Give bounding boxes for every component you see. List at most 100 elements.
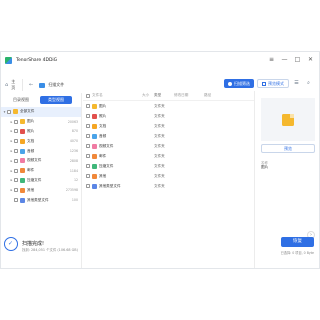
file-name: 邮件 xyxy=(99,153,107,158)
nav-tools: 扫描筛选 预览模式 ☰ ⌕ xyxy=(224,79,313,88)
item-checkbox[interactable] xyxy=(14,168,18,173)
search-icon[interactable]: ⌕ xyxy=(304,79,313,88)
tab-type-view[interactable]: 类型视图 xyxy=(40,96,72,104)
preview-mode-label: 预览模式 xyxy=(268,81,284,86)
list-view-icon[interactable]: ☰ xyxy=(292,79,301,88)
file-name-cell: 压缩文件 xyxy=(92,163,142,169)
row-checkbox[interactable] xyxy=(86,124,90,128)
item-checkbox[interactable] xyxy=(14,139,18,144)
category-icon xyxy=(20,158,25,164)
sidebar-item[interactable]: ▸ 视频文件 2808 xyxy=(1,156,81,166)
folder-icon xyxy=(92,143,97,149)
sidebar-item[interactable]: 其他类型文件 100 xyxy=(1,195,81,205)
category-icon xyxy=(20,138,25,144)
sidebar-item[interactable]: ▸ 邮件 1184 xyxy=(1,166,81,176)
scan-filter-label: 扫描筛选 xyxy=(234,81,250,86)
window-controls: ≡ — □ ✕ xyxy=(267,55,315,64)
file-type: 文件夹 xyxy=(154,143,165,148)
sidebar-item[interactable]: ▸ 压缩文件 12 xyxy=(1,176,81,186)
app-title: TenorShare 4DDiG xyxy=(16,58,58,63)
current-tab-label: 扫描文件 xyxy=(48,82,65,87)
menu-icon[interactable]: ≡ xyxy=(267,55,276,64)
close-icon[interactable]: ✕ xyxy=(306,55,315,64)
file-name-cell: 邮件 xyxy=(92,153,142,159)
app-logo-icon xyxy=(5,57,12,64)
file-name: 视频文件 xyxy=(99,143,114,148)
folder-icon xyxy=(92,183,97,189)
file-name-cell: 文档 xyxy=(92,123,142,129)
table-row[interactable]: 其他类型文件 文件夹 xyxy=(83,181,255,191)
select-all-checkbox[interactable] xyxy=(86,93,90,98)
preview-mode-icon xyxy=(262,81,266,86)
file-name-cell: 其他 xyxy=(92,173,142,179)
drive-icon xyxy=(39,82,46,88)
item-checkbox[interactable] xyxy=(14,188,18,193)
scan-filter-button[interactable]: 扫描筛选 xyxy=(224,79,254,88)
row-checkbox[interactable] xyxy=(86,114,90,118)
table-row[interactable]: 视频文件 文件夹 xyxy=(83,141,255,151)
row-checkbox[interactable] xyxy=(86,184,90,188)
sidebar-item[interactable]: ▸ 音频 1236 xyxy=(1,146,81,156)
sidebar-item[interactable]: ▸ 图片 20063 xyxy=(1,117,81,127)
sidebar-item-count: 870 xyxy=(71,129,78,134)
sidebar-item-count: 4070 xyxy=(69,139,78,144)
sidebar-item-count: 1236 xyxy=(69,149,78,154)
preview-button[interactable]: 预览 xyxy=(261,144,315,153)
maximize-icon[interactable]: □ xyxy=(293,55,302,64)
selection-summary: 已选择: 0 项目, 0 Byte xyxy=(280,251,314,255)
preview-mode-button[interactable]: 预览模式 xyxy=(257,79,289,88)
table-row[interactable]: 图片 文件夹 xyxy=(83,101,255,111)
item-checkbox[interactable] xyxy=(14,119,18,124)
current-tab[interactable]: ← 扫描文件 xyxy=(25,79,68,91)
scan-complete-icon: ✓ xyxy=(4,237,18,251)
category-icon xyxy=(20,128,25,134)
file-name: 照片 xyxy=(99,113,107,118)
item-checkbox[interactable] xyxy=(14,178,18,183)
row-checkbox[interactable] xyxy=(86,164,90,168)
folder-icon xyxy=(92,133,97,139)
table-row[interactable]: 音频 文件夹 xyxy=(83,131,255,141)
header-name[interactable]: 文件名 xyxy=(92,93,142,98)
item-checkbox[interactable] xyxy=(14,149,18,154)
row-checkbox[interactable] xyxy=(86,144,90,148)
header-date[interactable]: 修改日期 xyxy=(174,93,204,98)
item-checkbox[interactable] xyxy=(14,198,18,203)
recover-button[interactable]: 恢复 xyxy=(281,237,314,247)
item-checkbox[interactable] xyxy=(14,129,18,134)
sidebar-item[interactable]: ▾ 全部文件 xyxy=(1,107,81,117)
category-icon xyxy=(20,187,25,193)
table-row[interactable]: 邮件 文件夹 xyxy=(83,151,255,161)
sidebar-item-label: 全部文件 xyxy=(20,109,35,114)
folder-icon xyxy=(282,113,294,126)
table-row[interactable]: 压缩文件 文件夹 xyxy=(83,161,255,171)
category-icon xyxy=(20,148,25,154)
item-checkbox[interactable] xyxy=(7,109,11,114)
sidebar-item[interactable]: ▸ 照片 870 xyxy=(1,127,81,137)
row-checkbox[interactable] xyxy=(86,174,90,178)
file-name-cell: 音频 xyxy=(92,133,142,139)
minimize-icon[interactable]: — xyxy=(280,55,289,64)
sidebar-item[interactable]: ▸ 文档 4070 xyxy=(1,136,81,146)
file-type: 文件夹 xyxy=(154,183,165,188)
table-body: 图片 文件夹 照片 文件夹 文档 文件夹 音频 文件夹 视频文件 文件夹 邮件 文件夹 压缩文件 文件夹其… xyxy=(83,101,255,191)
sidebar-tabs: 目录视图 类型视图 xyxy=(1,93,81,107)
row-checkbox[interactable] xyxy=(86,154,90,158)
table-row[interactable]: 文档 文件夹 xyxy=(83,121,255,131)
row-checkbox[interactable] xyxy=(86,104,90,108)
sidebar-item-count: 2808 xyxy=(69,158,78,163)
sidebar-item[interactable]: ▸ 其他 273598 xyxy=(1,185,81,195)
table-row[interactable]: 其他 文件夹 xyxy=(83,171,255,181)
header-size[interactable]: 大小 xyxy=(142,93,154,98)
category-icon xyxy=(20,177,25,183)
folder-icon xyxy=(92,113,97,119)
preview-field-value: 图片 xyxy=(261,165,269,169)
item-checkbox[interactable] xyxy=(14,158,18,163)
header-type[interactable]: 类型 xyxy=(154,93,174,98)
file-type: 文件夹 xyxy=(154,163,165,168)
sidebar-item-count: 20063 xyxy=(67,119,78,124)
home-tab[interactable]: ⌂ 主页 xyxy=(1,79,23,91)
row-checkbox[interactable] xyxy=(86,134,90,138)
header-path[interactable]: 路径 xyxy=(204,93,244,98)
tab-directory-view[interactable]: 目录视图 xyxy=(5,96,37,104)
table-row[interactable]: 照片 文件夹 xyxy=(83,111,255,121)
